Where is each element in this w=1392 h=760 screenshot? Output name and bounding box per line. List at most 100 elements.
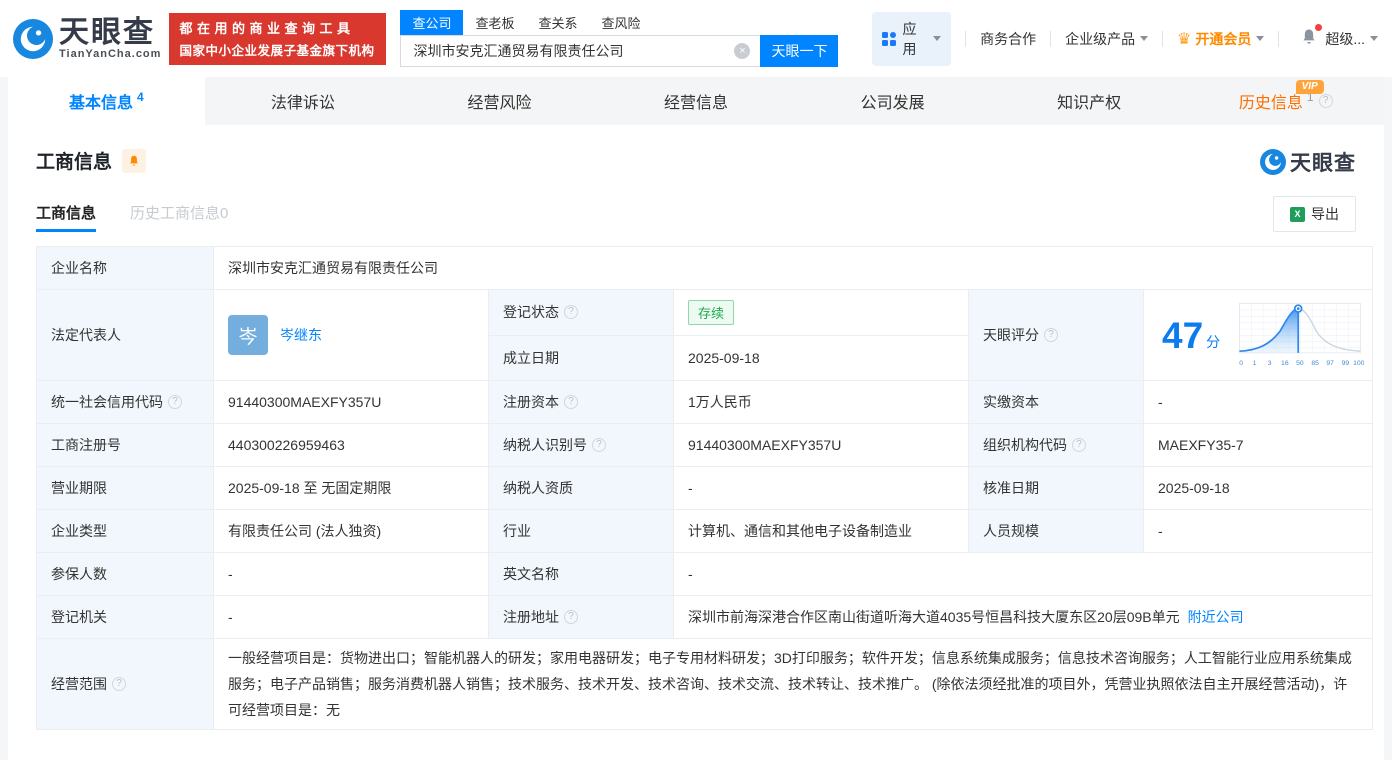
nav-enterprise-products[interactable]: 企业级产品 — [1065, 29, 1148, 49]
chevron-down-icon — [1370, 36, 1378, 41]
biz-scope-value: 一般经营项目是：货物进出口；智能机器人的研发；家用电器研发；电子专用材料研发；3… — [228, 645, 1358, 723]
search-block: 查公司 查老板 查关系 查风险 × 天眼一下 — [400, 11, 838, 67]
taxpayer-id-label: 纳税人识别号? — [489, 424, 674, 467]
legal-rep-avatar[interactable]: 岑 — [228, 315, 268, 355]
tianyan-score: 47 分 — [1162, 294, 1364, 376]
tab-label: 法律诉讼 — [271, 89, 335, 113]
section-watermark-logo: 天眼查 — [1260, 147, 1356, 177]
nearby-companies-link[interactable]: 附近公司 — [1188, 609, 1244, 625]
search-tab-risk[interactable]: 查风险 — [590, 10, 653, 35]
reg-status-label: 登记状态? — [489, 290, 674, 336]
score-value: 47 — [1162, 317, 1203, 354]
tab-history-info[interactable]: VIP 历史信息 1 ? — [1187, 77, 1384, 125]
super-vip-label: 超级... — [1325, 29, 1365, 49]
tab-legal-litigation[interactable]: 法律诉讼 — [205, 77, 402, 125]
export-button[interactable]: X 导出 — [1273, 196, 1356, 232]
tab-label: 知识产权 — [1057, 89, 1121, 113]
logo-brand: 天眼查 — [59, 18, 161, 48]
help-icon[interactable]: ? — [592, 438, 606, 452]
help-icon[interactable]: ? — [1072, 438, 1086, 452]
legal-rep-link[interactable]: 岑继东 — [280, 325, 322, 345]
chevron-down-icon — [1256, 36, 1264, 41]
company-type-label: 企业类型 — [37, 510, 214, 553]
svg-text:100: 100 — [1353, 360, 1364, 367]
help-icon[interactable]: ? — [1044, 328, 1058, 342]
credit-code-value: 91440300MAEXFY357U — [214, 381, 489, 424]
help-icon[interactable]: ? — [564, 610, 578, 624]
subtab-history-business-info[interactable]: 历史工商信息0 — [130, 202, 228, 232]
approval-date-value: 2025-09-18 — [1144, 467, 1373, 510]
tab-label: 经营风险 — [467, 89, 531, 113]
staff-size-value: - — [1144, 510, 1373, 553]
search-button[interactable]: 天眼一下 — [760, 35, 838, 67]
company-type-value: 有限责任公司 (法人独资) — [214, 510, 489, 553]
tab-operation-info[interactable]: 经营信息 — [598, 77, 795, 125]
logo-domain: TianYanCha.com — [59, 48, 161, 60]
svg-text:97: 97 — [1327, 360, 1335, 367]
biz-scope-label: 经营范围? — [37, 639, 214, 730]
excel-icon: X — [1290, 207, 1305, 222]
enterprise-label: 企业级产品 — [1065, 29, 1135, 49]
industry-value: 计算机、通信和其他电子设备制造业 — [674, 510, 969, 553]
divider — [965, 31, 966, 47]
help-icon[interactable]: ? — [168, 395, 182, 409]
subtab-business-info[interactable]: 工商信息 — [36, 202, 96, 232]
biz-term-value: 2025-09-18 至 无固定期限 — [214, 467, 489, 510]
promo-banner: 都在用的商业查询工具 国家中小企业发展子基金旗下机构 — [169, 13, 386, 65]
search-tabs: 查公司 查老板 查关系 查风险 — [400, 11, 838, 35]
apps-menu[interactable]: 应用 — [872, 12, 951, 66]
tab-company-development[interactable]: 公司发展 — [794, 77, 991, 125]
tab-basic-info[interactable]: 基本信息 4 — [8, 77, 205, 125]
est-date-label: 成立日期 — [489, 335, 674, 381]
org-code-value: MAEXFY35-7 — [1144, 424, 1373, 467]
staff-size-label: 人员规模 — [969, 510, 1144, 553]
taxpayer-quals-value: - — [674, 467, 969, 510]
help-icon[interactable]: ? — [112, 677, 126, 691]
table-row: 工商注册号 440300226959463 纳税人识别号? 91440300MA… — [37, 424, 1373, 467]
tianyancha-logo-icon — [13, 19, 53, 59]
subscribe-bell-icon[interactable] — [122, 149, 146, 173]
notification-bell-icon[interactable] — [1299, 27, 1319, 50]
company-name-label: 企业名称 — [37, 247, 214, 290]
search-tab-company[interactable]: 查公司 — [400, 10, 463, 35]
nav-business-cooperation[interactable]: 商务合作 — [980, 29, 1036, 49]
reg-number-value: 440300226959463 — [214, 424, 489, 467]
score-distribution-chart: 0 1 3 16 50 85 97 99 100 — [1236, 294, 1364, 376]
banner-line1: 都在用的商业查询工具 — [179, 18, 376, 37]
credit-code-label: 统一社会信用代码? — [37, 381, 214, 424]
watermark-brand-text: 天眼查 — [1290, 147, 1356, 177]
help-icon[interactable]: ? — [1319, 94, 1333, 108]
nav-open-membership[interactable]: ♛ 开通会员 — [1177, 29, 1264, 49]
export-label: 导出 — [1311, 204, 1339, 224]
divider — [1278, 31, 1279, 47]
apps-grid-icon — [882, 32, 896, 46]
tianyancha-logo-icon — [1260, 149, 1286, 175]
tianyancha-logo[interactable]: 天眼查 TianYanCha.com — [13, 18, 161, 60]
clear-search-icon[interactable]: × — [734, 43, 750, 59]
svg-text:85: 85 — [1311, 360, 1319, 367]
score-label: 天眼评分? — [969, 290, 1144, 381]
insured-count-value: - — [214, 553, 489, 596]
tab-operation-risk[interactable]: 经营风险 — [401, 77, 598, 125]
search-input[interactable] — [400, 35, 760, 67]
tab-intellectual-property[interactable]: 知识产权 — [991, 77, 1188, 125]
nav-super-vip[interactable]: 超级... — [1325, 29, 1378, 49]
tab-label: 经营信息 — [664, 89, 728, 113]
search-tab-relation[interactable]: 查关系 — [527, 10, 590, 35]
score-unit: 分 — [1206, 332, 1220, 352]
help-icon[interactable]: ? — [564, 395, 578, 409]
subtab-label: 历史工商信息 — [130, 205, 220, 222]
vip-badge: VIP — [1296, 80, 1324, 94]
help-icon[interactable]: ? — [564, 305, 578, 319]
search-tab-boss[interactable]: 查老板 — [463, 10, 526, 35]
business-info-subtabs: 工商信息 历史工商信息0 — [36, 202, 262, 232]
table-row: 统一社会信用代码? 91440300MAEXFY357U 注册资本? 1万人民币… — [37, 381, 1373, 424]
english-name-label: 英文名称 — [489, 553, 674, 596]
status-badge: 存续 — [688, 300, 734, 325]
header: 天眼查 TianYanCha.com 都在用的商业查询工具 国家中小企业发展子基… — [0, 0, 1392, 77]
table-row: 企业名称 深圳市安克汇通贸易有限责任公司 — [37, 247, 1373, 290]
divider — [1162, 31, 1163, 47]
paid-capital-label: 实缴资本 — [969, 381, 1144, 424]
tab-label: 历史信息 — [1239, 89, 1303, 113]
subtab-label: 工商信息 — [36, 205, 96, 222]
